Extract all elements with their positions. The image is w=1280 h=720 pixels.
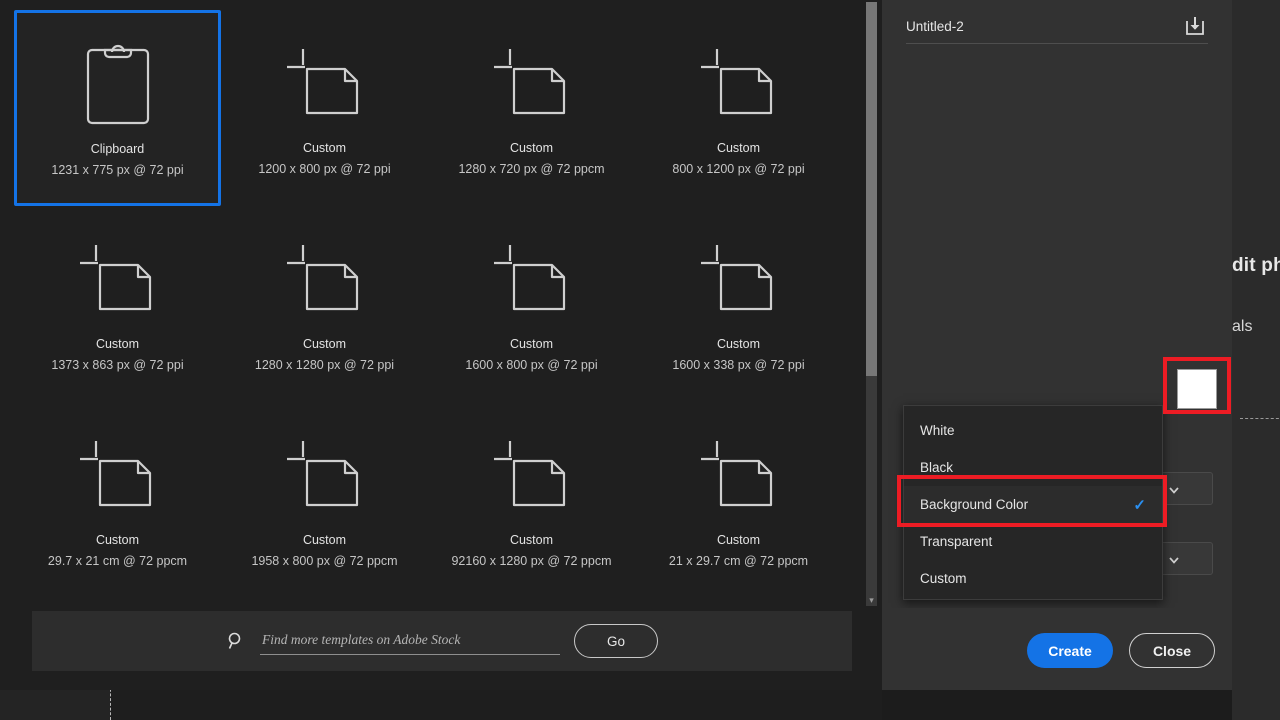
background-text-fragment-2: als — [1232, 318, 1253, 335]
background-dashed-divider — [1240, 418, 1280, 419]
template-row: Clipboard 1231 x 775 px @ 72 ppi Custom 120… — [14, 10, 854, 206]
dropdown-option-label: Transparent — [920, 534, 993, 549]
template-card[interactable]: Custom 1280 x 1280 px @ 72 ppi — [221, 206, 428, 402]
template-dimensions: 1958 x 800 px @ 72 ppcm — [251, 554, 398, 568]
dropdown-option[interactable]: Black — [904, 449, 1162, 486]
template-dimensions: 1280 x 720 px @ 72 ppcm — [458, 162, 605, 176]
template-name: Custom — [95, 337, 140, 351]
document-icon — [490, 420, 574, 530]
template-dimensions: 1280 x 1280 px @ 72 ppi — [254, 358, 395, 372]
template-card[interactable]: Custom 1600 x 338 px @ 72 ppi — [635, 206, 842, 402]
dropdown-option-label: White — [920, 423, 955, 438]
template-card[interactable]: Custom 21 x 29.7 cm @ 72 ppcm — [635, 402, 842, 598]
template-name: Custom — [509, 533, 554, 547]
background-color-swatch[interactable] — [1177, 369, 1217, 409]
dropdown-option-label: Custom — [920, 571, 967, 586]
document-name-row — [906, 10, 1208, 44]
document-icon — [490, 224, 574, 334]
document-icon — [697, 28, 781, 138]
stock-search-input[interactable] — [260, 627, 560, 655]
template-dimensions: 1231 x 775 px @ 72 ppi — [51, 163, 184, 177]
template-card[interactable]: Clipboard 1231 x 775 px @ 72 ppi — [14, 10, 221, 206]
save-preset-icon[interactable] — [1182, 14, 1208, 40]
close-button[interactable]: Close — [1129, 633, 1215, 668]
search-icon — [226, 631, 246, 651]
template-dimensions: 1600 x 338 px @ 72 ppi — [672, 358, 805, 372]
template-dimensions: 1373 x 863 px @ 72 ppi — [51, 358, 184, 372]
template-dimensions: 21 x 29.7 cm @ 72 ppcm — [668, 554, 809, 568]
template-dimensions: 1600 x 800 px @ 72 ppi — [465, 358, 598, 372]
document-icon — [283, 420, 367, 530]
document-icon — [283, 28, 367, 138]
app-root: dit ph als Clipboard 1231 x 775 px @ 72 p… — [0, 0, 1280, 720]
new-document-dialog: Clipboard 1231 x 775 px @ 72 ppi Custom 120… — [0, 0, 882, 690]
checkmark-icon: ✓ — [1133, 496, 1146, 514]
document-icon — [697, 420, 781, 530]
template-name: Custom — [716, 533, 761, 547]
document-icon — [76, 224, 160, 334]
background-text-fragment-1: dit ph — [1232, 255, 1280, 276]
dropdown-option-label: Background Color — [920, 497, 1029, 512]
dropdown-option[interactable]: Background Color ✓ — [904, 486, 1162, 523]
dropdown-option[interactable]: White — [904, 412, 1162, 449]
highlight-box-color-swatch — [1163, 357, 1231, 414]
template-dimensions: 1200 x 800 px @ 72 ppi — [258, 162, 391, 176]
dropdown-option[interactable]: Custom — [904, 560, 1162, 597]
template-name: Custom — [302, 533, 347, 547]
template-grid-scrollbar[interactable]: ▾ — [866, 2, 877, 606]
scrollbar-thumb[interactable] — [866, 2, 877, 376]
create-button[interactable]: Create — [1027, 633, 1113, 668]
background-app-column — [1232, 0, 1280, 720]
template-card[interactable]: Custom 800 x 1200 px @ 72 ppi — [635, 10, 842, 206]
clipboard-icon — [83, 29, 153, 139]
chevron-down-icon — [1168, 553, 1180, 565]
template-dimensions: 800 x 1200 px @ 72 ppi — [672, 162, 805, 176]
template-row: Custom 29.7 x 21 cm @ 72 ppcm Custom 1958 x… — [14, 402, 854, 598]
background-contents-dropdown-list: White Black Background Color ✓ Transparent Cu… — [903, 405, 1163, 600]
template-name: Custom — [716, 337, 761, 351]
adobe-stock-search-bar: Go — [32, 611, 852, 671]
template-grid-scroll-area: Clipboard 1231 x 775 px @ 72 ppi Custom 120… — [0, 0, 882, 608]
template-card[interactable]: Custom 92160 x 1280 px @ 72 ppcm — [428, 402, 635, 598]
template-name: Custom — [509, 337, 554, 351]
template-dimensions: 92160 x 1280 px @ 72 ppcm — [451, 554, 612, 568]
template-name: Custom — [95, 533, 140, 547]
template-name: Custom — [302, 337, 347, 351]
template-name: Custom — [509, 141, 554, 155]
template-name: Custom — [302, 141, 347, 155]
template-card[interactable]: Custom 1600 x 800 px @ 72 ppi — [428, 206, 635, 402]
document-icon — [76, 420, 160, 530]
scroll-down-arrow-icon[interactable]: ▾ — [866, 594, 877, 606]
document-icon — [490, 28, 574, 138]
dropdown-option[interactable]: Transparent — [904, 523, 1162, 560]
dropdown-option-label: Black — [920, 460, 954, 475]
document-icon — [697, 224, 781, 334]
template-card[interactable]: Custom 29.7 x 21 cm @ 72 ppcm — [14, 402, 221, 598]
template-card[interactable]: Custom 1280 x 720 px @ 72 ppcm — [428, 10, 635, 206]
template-grid: Clipboard 1231 x 775 px @ 72 ppi Custom 120… — [14, 10, 854, 598]
template-card[interactable]: Custom 1373 x 863 px @ 72 ppi — [14, 206, 221, 402]
template-name: Custom — [716, 141, 761, 155]
chevron-down-icon — [1168, 483, 1180, 495]
template-card[interactable]: Custom 1200 x 800 px @ 72 ppi — [221, 10, 428, 206]
stock-go-button[interactable]: Go — [574, 624, 658, 658]
template-name: Clipboard — [90, 142, 145, 156]
template-row: Custom 1373 x 863 px @ 72 ppi Custom 1280 x… — [14, 206, 854, 402]
template-card[interactable]: Custom 1958 x 800 px @ 72 ppcm — [221, 402, 428, 598]
document-name-input[interactable] — [906, 19, 1146, 34]
template-dimensions: 29.7 x 21 cm @ 72 ppcm — [47, 554, 188, 568]
document-icon — [283, 224, 367, 334]
